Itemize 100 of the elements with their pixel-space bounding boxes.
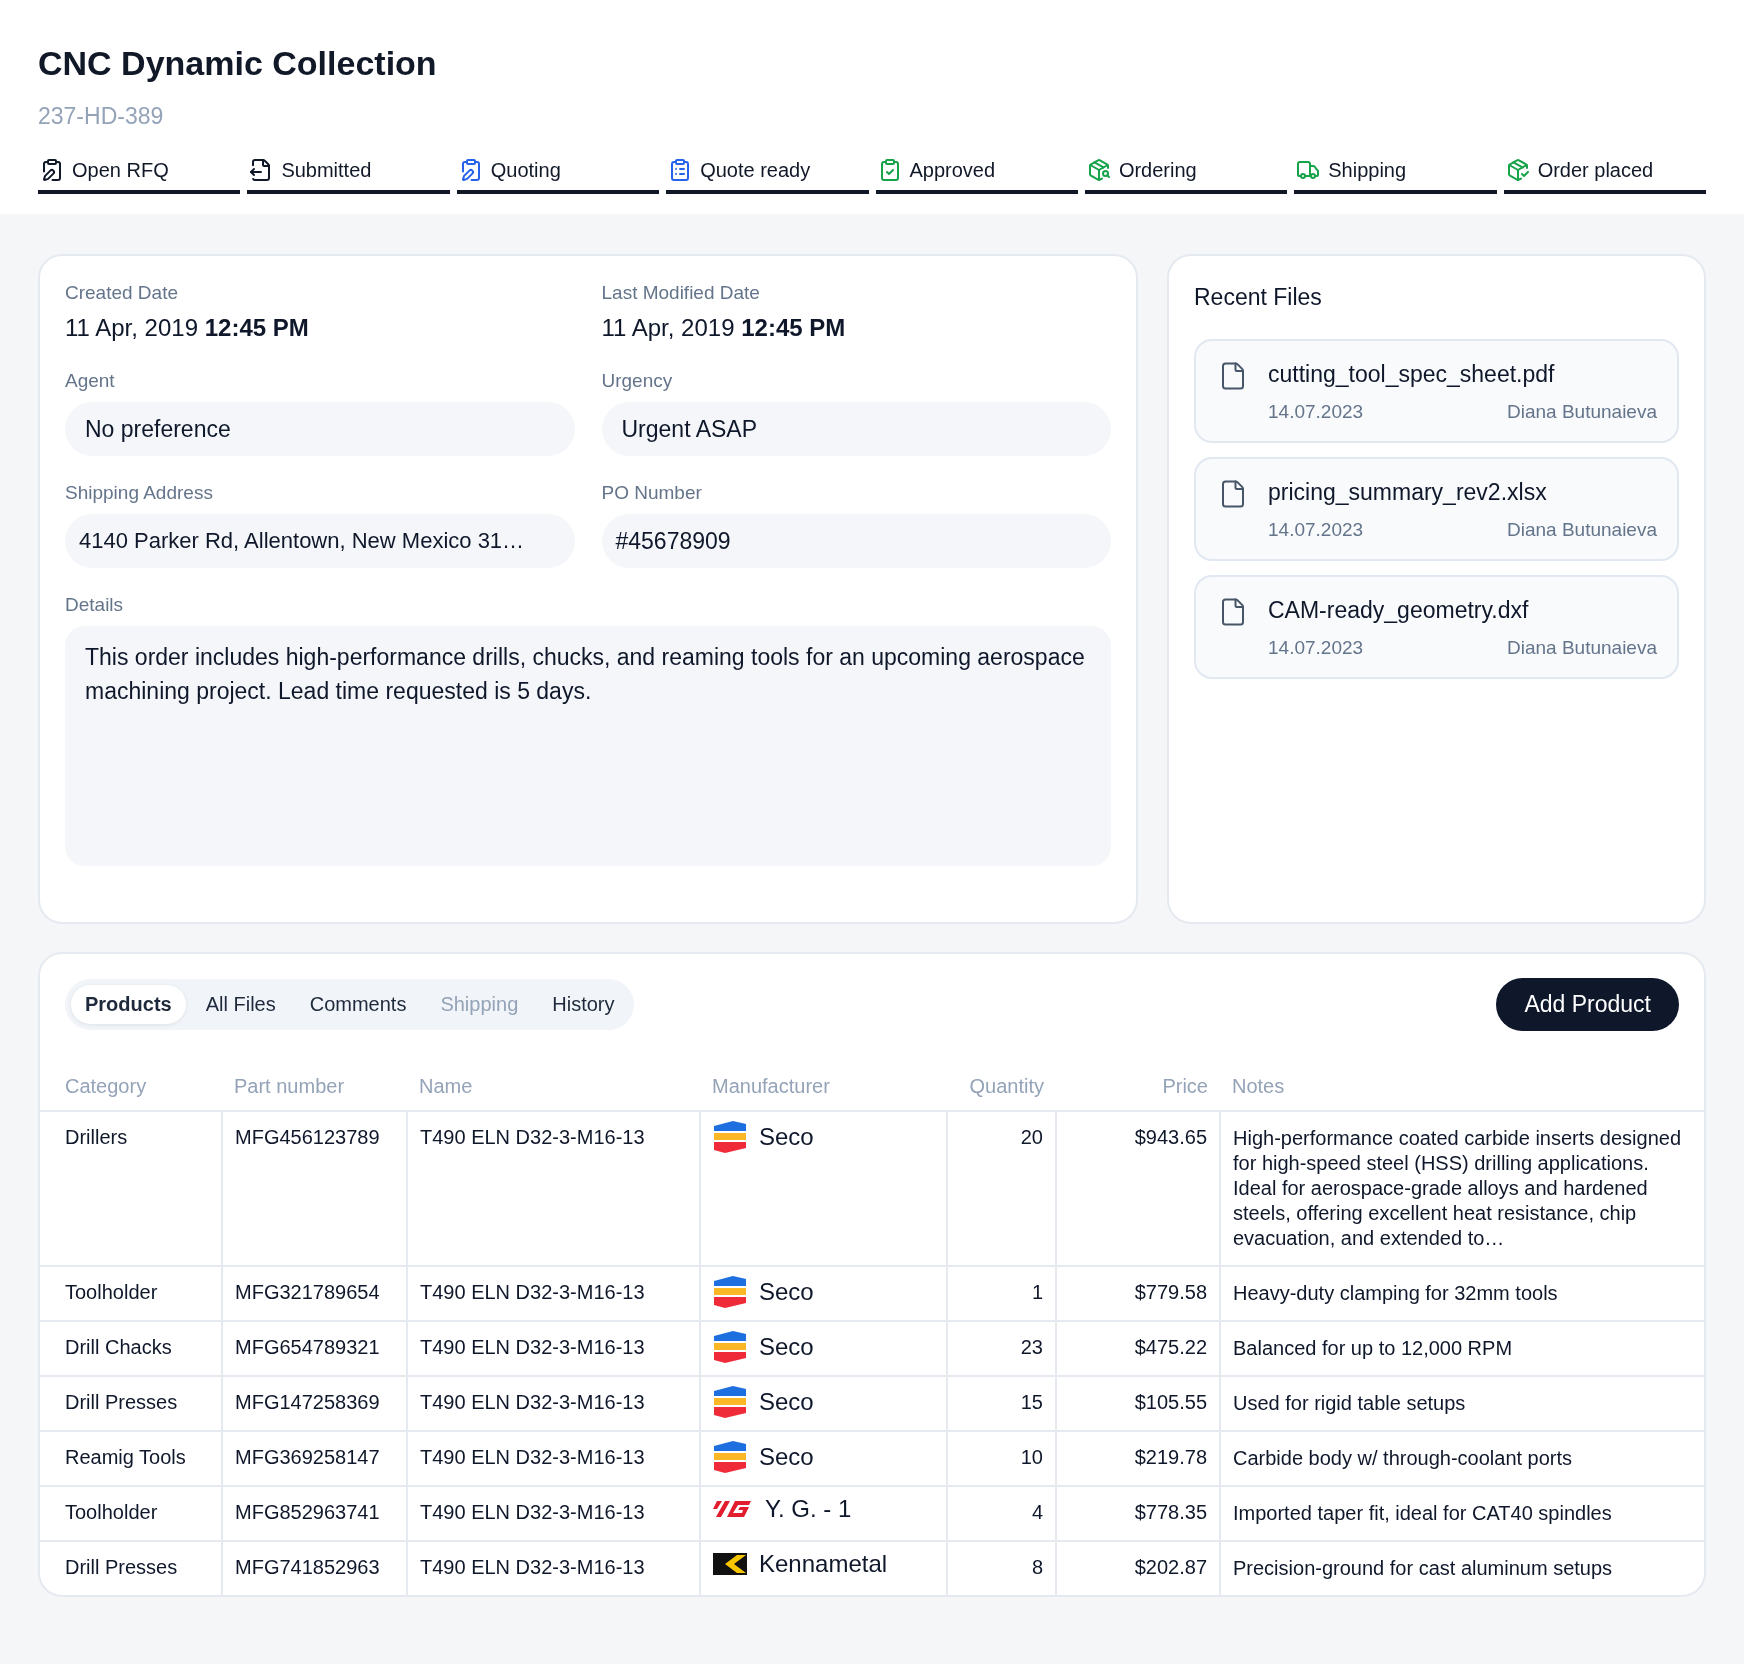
table-cell: $779.58: [1134, 1281, 1207, 1303]
file-card[interactable]: pricing_summary_rev2.xlsx 14.07.2023 Diana Butunaieva: [1194, 457, 1679, 561]
table-cell: T490 ELN D32-3-M16-13: [420, 1336, 645, 1358]
table-cell: 20: [1020, 1126, 1043, 1148]
agent-field[interactable]: No preference: [65, 402, 575, 456]
section-title: Recent Files: [1194, 284, 1323, 311]
table-cell: $202.87: [1134, 1556, 1207, 1578]
table-cell: 4: [1031, 1501, 1043, 1523]
tab[interactable]: Comments: [295, 985, 421, 1024]
table-cell: MFG321789654: [235, 1281, 380, 1303]
table-cell: T490 ELN D32-3-M16-13: [420, 1501, 645, 1523]
step-label: Ordering: [1118, 158, 1197, 182]
table-cell: 15: [1020, 1391, 1043, 1413]
step-label: Approved: [909, 158, 996, 182]
notes-cell-text: High-performance coated carbide inserts designed for high-speed steel (HSS) drilling applications. Ideal for aerospace-grade alloys and hardened steels, offering excellent heat resistance, chip evacuation, and extended to…: [1233, 1126, 1683, 1251]
table-cell: Reamig Tools: [65, 1446, 186, 1468]
date-value: 11 Apr, 2019 12:45 PM: [601, 314, 847, 342]
notes-cell-text: Carbide body w/ through-coolant ports: [1233, 1446, 1574, 1471]
add-product-button[interactable]: Add Product: [1496, 978, 1679, 1031]
file-date: 14.07.2023: [1268, 401, 1364, 423]
file-name: cutting_tool_spec_sheet.pdf: [1268, 361, 1556, 389]
file-name: pricing_summary_rev2.xlsx: [1268, 479, 1548, 507]
details-text-area[interactable]: This order includes high-performance drills, chucks, and reaming tools for an upcoming aerospace machining project. Lead time requested is 5 days.: [65, 626, 1111, 866]
table-cell: MFG741852963: [235, 1556, 380, 1578]
table-cell: 1: [1031, 1281, 1043, 1303]
notes-cell-text: Balanced for up to 12,000 RPM: [1233, 1336, 1514, 1361]
tab[interactable]: Products: [71, 985, 186, 1024]
manufacturer-name: Seco: [759, 1278, 814, 1306]
table-cell: T490 ELN D32-3-M16-13: [420, 1126, 645, 1148]
page-title: CNC Dynamic Collection: [38, 44, 438, 83]
table-cell: $105.55: [1134, 1391, 1207, 1413]
manufacturer-name: Seco: [759, 1388, 814, 1416]
step-label: Shipping: [1328, 158, 1407, 182]
table-cell: $475.22: [1134, 1336, 1207, 1358]
file-author: Diana Butunaieva: [1507, 637, 1657, 659]
table-cell: T490 ELN D32-3-M16-13: [420, 1556, 645, 1578]
slash-logo-icon: [713, 1498, 753, 1520]
manufacturer-name: Kennametal: [759, 1550, 888, 1578]
table-cell: Toolholder: [65, 1281, 158, 1303]
tab[interactable]: History: [538, 985, 629, 1024]
notes-cell-text: Used for rigid table setups: [1233, 1391, 1467, 1416]
table-cell: $778.35: [1134, 1501, 1207, 1523]
manufacturer-name: Seco: [759, 1123, 814, 1151]
step-label: Submitted: [281, 158, 372, 182]
column-header: Name: [407, 1065, 700, 1111]
file-card[interactable]: CAM-ready_geometry.dxf 14.07.2023 Diana Butunaieva: [1194, 575, 1679, 679]
table-cell: Drill Presses: [65, 1391, 178, 1413]
table-cell: 8: [1031, 1556, 1043, 1578]
stacked-logo-icon: [713, 1385, 747, 1419]
file-card[interactable]: cutting_tool_spec_sheet.pdf 14.07.2023 Diana Butunaieva: [1194, 339, 1679, 443]
po-number-field[interactable]: #45678909: [601, 514, 1111, 568]
table-cell: $943.65: [1134, 1126, 1207, 1148]
manufacturer-name: Y. G. - 1: [765, 1495, 852, 1523]
table-cell: Drillers: [65, 1126, 128, 1148]
step-label: Quote ready: [700, 158, 811, 182]
date-value: 11 Apr, 2019 12:45 PM: [65, 314, 310, 342]
field-label: Last Modified Date: [601, 282, 761, 304]
step-label: Order placed: [1537, 158, 1654, 182]
stacked-logo-icon: [713, 1120, 747, 1154]
table-cell: Drill Chacks: [65, 1336, 172, 1358]
field-label: Details: [65, 594, 125, 616]
table-cell: MFG369258147: [235, 1446, 380, 1468]
file-date: 14.07.2023: [1268, 637, 1364, 659]
column-header: Quantity: [947, 1065, 1056, 1111]
field-label: Shipping Address: [65, 482, 214, 504]
address-field[interactable]: 4140 Parker Rd, Allentown, New Mexico 31…: [65, 514, 575, 568]
table-cell: Toolholder: [65, 1501, 158, 1523]
table-cell: MFG852963741: [235, 1501, 380, 1523]
urgency-field[interactable]: Urgent ASAP: [601, 402, 1111, 456]
field-label: PO Number: [601, 482, 703, 504]
file-date: 14.07.2023: [1268, 519, 1364, 541]
stacked-logo-icon: [713, 1275, 747, 1309]
notes-cell-text: Precision-ground for cast aluminum setups: [1233, 1556, 1614, 1581]
table-cell: Drill Presses: [65, 1556, 178, 1578]
table-cell: $219.78: [1134, 1446, 1207, 1468]
column-header: Price: [1056, 1065, 1220, 1111]
field-label: Agent: [65, 370, 116, 392]
field-label: Created Date: [65, 282, 179, 304]
manufacturer-name: Seco: [759, 1443, 814, 1471]
stacked-logo-icon: [713, 1440, 747, 1474]
file-author: Diana Butunaieva: [1507, 519, 1657, 541]
table-cell: T490 ELN D32-3-M16-13: [420, 1281, 645, 1303]
manufacturer-name: Seco: [759, 1333, 814, 1361]
table-cell: T490 ELN D32-3-M16-13: [420, 1391, 645, 1413]
tab[interactable]: All Files: [191, 985, 290, 1024]
column-header: Part number: [222, 1065, 407, 1111]
step-label: Open RFQ: [72, 158, 169, 182]
table-cell: MFG654789321: [235, 1336, 380, 1358]
table-cell: MFG147258369: [235, 1391, 380, 1413]
column-header: Notes: [1220, 1065, 1704, 1111]
chevron-logo-icon: [713, 1553, 747, 1575]
table-cell: 10: [1020, 1446, 1043, 1468]
field-label: Urgency: [601, 370, 674, 392]
table-cell: T490 ELN D32-3-M16-13: [420, 1446, 645, 1468]
file-author: Diana Butunaieva: [1507, 401, 1657, 423]
notes-cell-text: Heavy-duty clamping for 32mm tools: [1233, 1281, 1559, 1306]
notes-cell-text: Imported taper fit, ideal for CAT40 spindles: [1233, 1501, 1613, 1526]
order-code: 237-HD-389: [38, 103, 165, 130]
table-cell: 23: [1020, 1336, 1043, 1358]
file-name: CAM-ready_geometry.dxf: [1268, 597, 1530, 625]
